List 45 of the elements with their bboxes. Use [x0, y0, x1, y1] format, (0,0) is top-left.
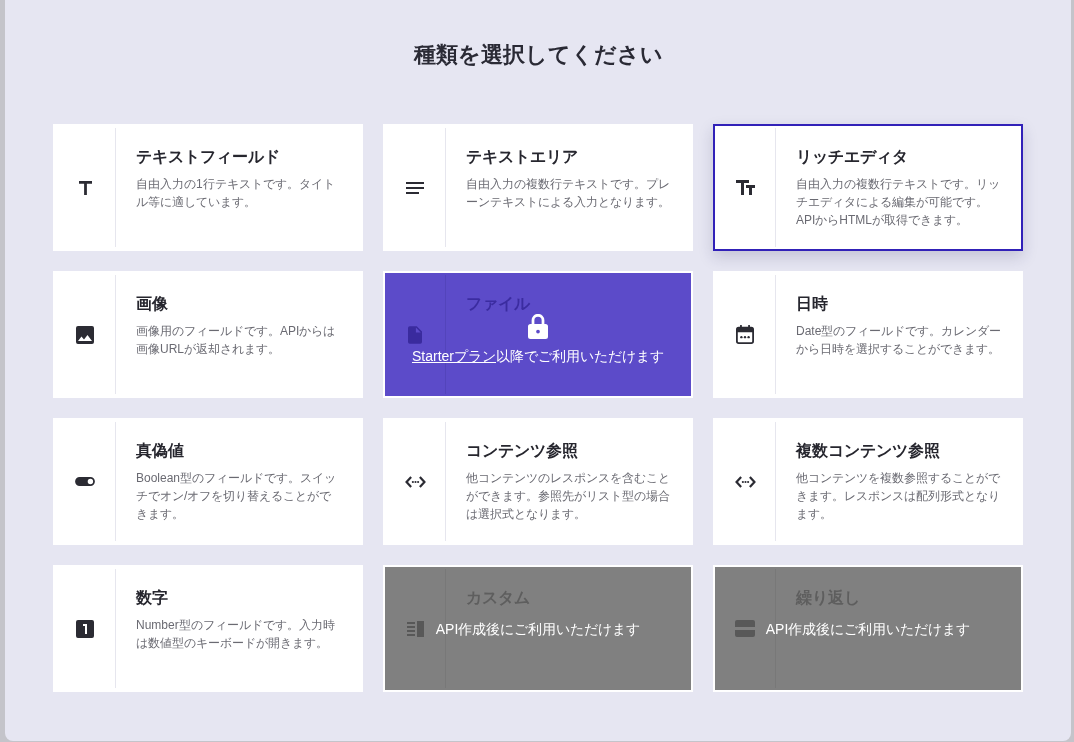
- number-one-icon: [76, 619, 94, 638]
- card-description: Date型のフィールドです。カレンダーから日時を選択することができます。: [796, 323, 1002, 358]
- card-title: 真偽値: [136, 441, 184, 461]
- lock-icon: [528, 314, 548, 339]
- card-title: 数字: [136, 588, 168, 608]
- card-description: Boolean型のフィールドです。スイッチでオン/オフを切り替えることができます。: [136, 470, 338, 523]
- card-title: テキストフィールド: [136, 147, 280, 167]
- dialog-title: 種類を選択してください: [413, 41, 663, 69]
- availability-notice: API作成後にご利用いただけます: [435, 619, 641, 638]
- upgrade-notice: Starterプラン以降でご利用いただけます: [412, 347, 664, 365]
- card-title: 日時: [796, 294, 828, 314]
- lines-icon: [406, 181, 424, 194]
- calendar-icon: [736, 325, 754, 344]
- stacked-rows-icon: [735, 619, 755, 638]
- field-type-card[interactable]: 日時 Date型のフィールドです。カレンダーから日時を選択することができます。: [713, 271, 1023, 398]
- card-title: テキストエリア: [466, 147, 578, 167]
- text-size-icon: [735, 180, 755, 195]
- lines-and-block-icon: [406, 620, 424, 637]
- card-title: 画像: [136, 294, 168, 314]
- card-description: Number型のフィールドです。入力時は数値型のキーボードが開きます。: [136, 617, 336, 652]
- plan-link[interactable]: Starterプラン: [412, 348, 496, 364]
- card-description: 他コンテンツを複数参照することができます。レスポンスは配列形式となります。: [796, 470, 1001, 523]
- field-type-card[interactable]: コンテンツ参照 他コンテンツのレスポンスを含むことができます。参照先がリスト型の場合は選択式となります。: [383, 418, 693, 545]
- image-icon: [76, 325, 94, 344]
- field-type-card[interactable]: リッチエディタ 自由入力の複数行テキストです。リッチエディタによる編集が可能です。APIからHTMLが取得できます。: [713, 124, 1023, 251]
- angle-brackets-icon: [734, 475, 756, 488]
- letter-t-icon: [78, 180, 92, 195]
- availability-notice: API作成後にご利用いただけます: [765, 619, 971, 638]
- card-description: 自由入力の1行テキストです。タイトル等に適しています。: [136, 176, 336, 211]
- card-title: リッチエディタ: [796, 147, 908, 167]
- field-type-card[interactable]: 真偽値 Boolean型のフィールドです。スイッチでオン/オフを切り替えることができます。: [53, 418, 363, 545]
- toggle-icon: [75, 477, 95, 486]
- document-icon: [408, 325, 422, 344]
- card-description: 自由入力の複数行テキストです。リッチエディタによる編集が可能です。APIからHTMLが取得できます。: [796, 176, 1001, 229]
- field-type-card[interactable]: 複数コンテンツ参照 他コンテンツを複数参照することができます。レスポンスは配列形式となります。: [713, 418, 1023, 545]
- field-type-card[interactable]: テキストフィールド 自由入力の1行テキストです。タイトル等に適しています。: [53, 124, 363, 251]
- card-description: 他コンテンツのレスポンスを含むことができます。参照先がリスト型の場合は選択式となります。: [466, 470, 671, 523]
- card-title: コンテンツ参照: [466, 441, 578, 461]
- angle-brackets-icon: [404, 475, 426, 488]
- field-type-card[interactable]: 画像 画像用のフィールドです。APIからは画像URLが返却されます。: [53, 271, 363, 398]
- card-title: 複数コンテンツ参照: [796, 441, 940, 461]
- card-description: 自由入力の複数行テキストです。プレーンテキストによる入力となります。: [466, 176, 671, 211]
- field-type-card[interactable]: テキストエリア 自由入力の複数行テキストです。プレーンテキストによる入力となります。: [383, 124, 693, 251]
- field-type-card[interactable]: 数字 Number型のフィールドです。入力時は数値型のキーボードが開きます。: [53, 565, 363, 692]
- card-description: 画像用のフィールドです。APIからは画像URLが返却されます。: [136, 323, 337, 358]
